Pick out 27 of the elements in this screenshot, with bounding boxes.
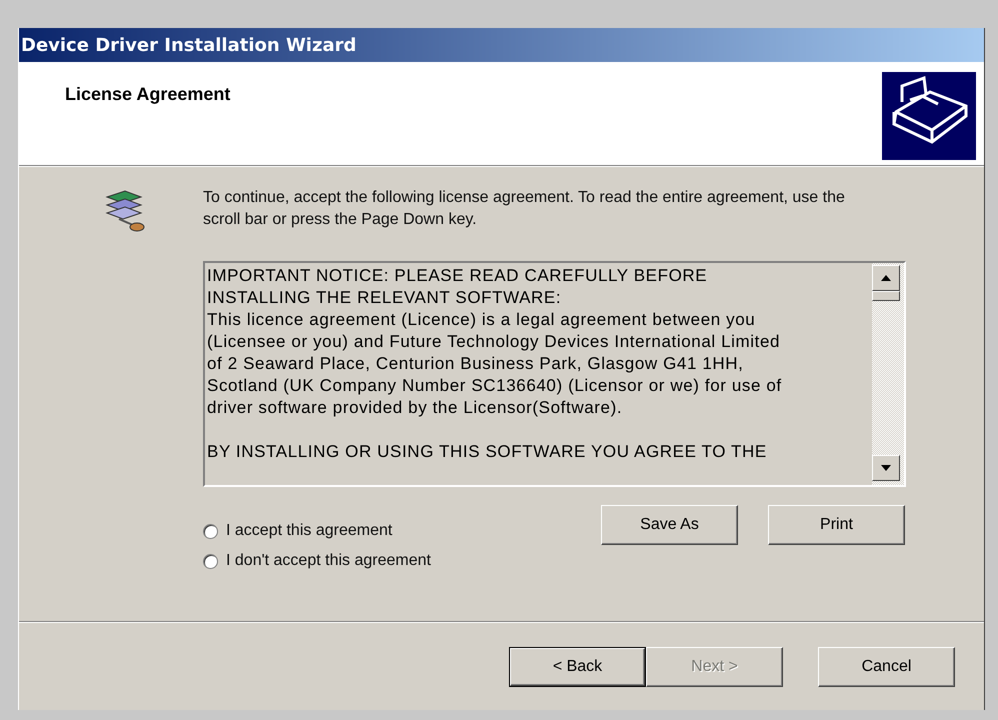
- license-line: INSTALLING THE RELEVANT SOFTWARE:: [207, 287, 562, 309]
- scroll-down-button[interactable]: [872, 455, 900, 481]
- license-line: BY INSTALLING OR USING THIS SOFTWARE YOU AGREE TO THE: [207, 441, 768, 463]
- window-title: Device Driver Installation Wizard: [21, 34, 356, 56]
- down-arrow-icon: [881, 465, 891, 471]
- cancel-button[interactable]: Cancel: [818, 647, 955, 687]
- radio-label[interactable]: I don't accept this agreement: [226, 552, 431, 570]
- radio-button[interactable]: [203, 554, 218, 568]
- instruction-text: To continue, accept the following license agreement. To read the entire agreement, use the scroll bar or press the Page Down key.: [203, 188, 846, 230]
- radio-button[interactable]: [203, 524, 218, 538]
- page-heading: License Agreement: [65, 84, 230, 106]
- up-arrow-icon: [881, 275, 891, 281]
- radio-label[interactable]: I accept this agreement: [226, 522, 392, 540]
- license-line: IMPORTANT NOTICE: PLEASE READ CAREFULLY BEFORE: [207, 265, 708, 287]
- license-line: This licence agreement (Licence) is a legal agreement between you: [207, 309, 756, 331]
- license-text-box[interactable]: [203, 261, 906, 487]
- back-button[interactable]: < Back: [509, 647, 646, 687]
- license-line: of 2 Seaward Place, Centurion Business Park, Glasgow G41 1HH,: [207, 353, 744, 375]
- save-as-button[interactable]: Save As: [601, 505, 738, 545]
- scroll-up-button[interactable]: [872, 265, 900, 291]
- scroll-thumb[interactable]: [872, 291, 900, 301]
- license-line: driver software provided by the Licensor(Software).: [207, 397, 624, 419]
- hardware-box-icon: [882, 72, 976, 160]
- setup-books-icon: [103, 189, 147, 233]
- license-line: (Licensee or you) and Future Technology Devices International Limited: [207, 331, 782, 353]
- license-line: Scotland (UK Company Number SC136640) (Licensor or we) for use of: [207, 375, 783, 397]
- print-button[interactable]: Print: [768, 505, 905, 545]
